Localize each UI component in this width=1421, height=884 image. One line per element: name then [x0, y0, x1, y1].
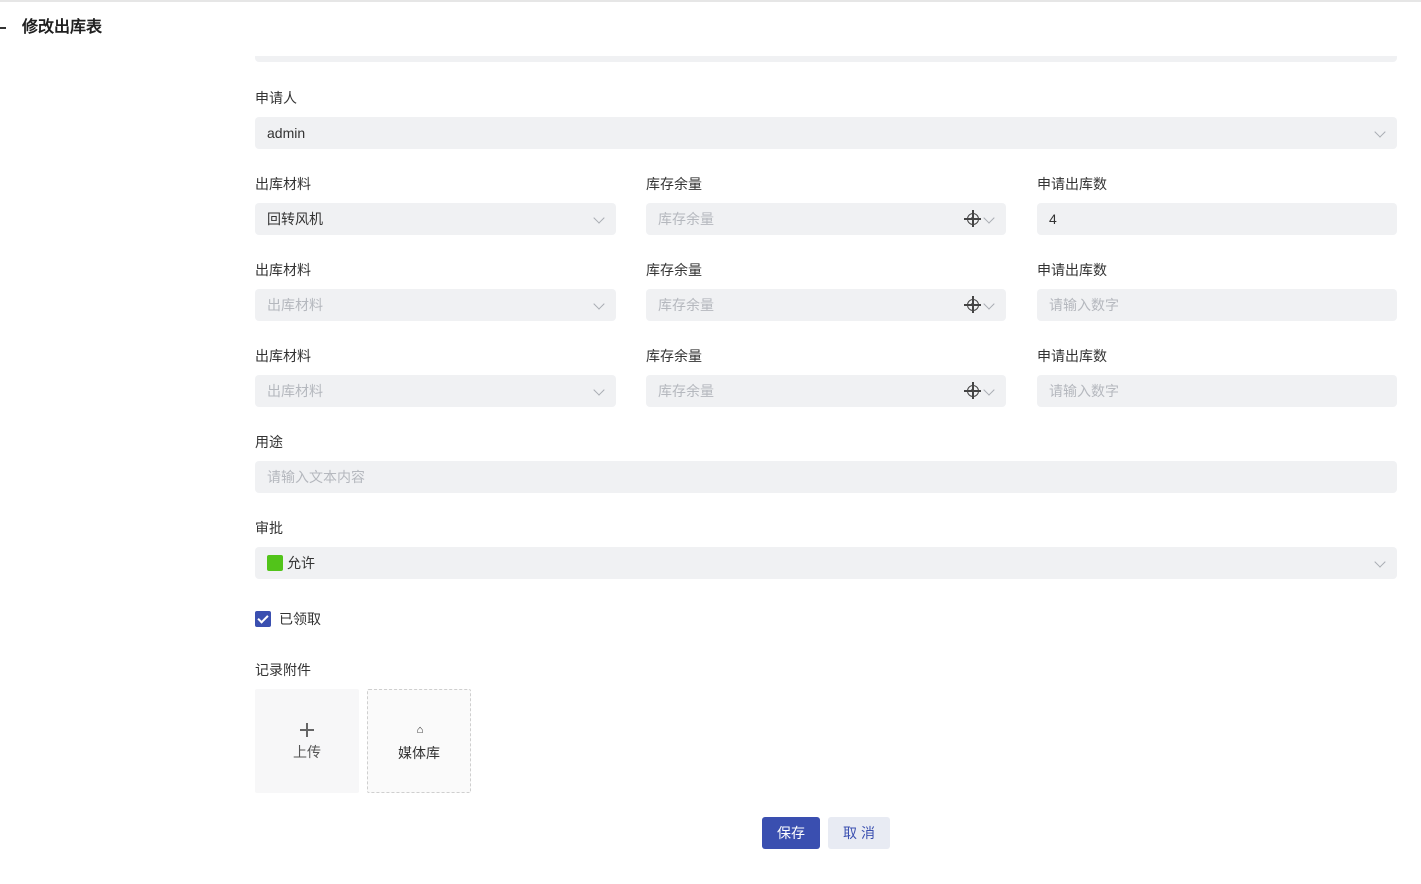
plus-icon	[300, 723, 314, 737]
qty-value: 4	[1049, 211, 1057, 227]
chevron-down-icon	[1374, 556, 1386, 568]
chevron-down-icon	[983, 212, 995, 224]
chevron-down-icon	[983, 298, 995, 310]
material-label: 出库材料	[255, 348, 311, 364]
approval-value: 允许	[287, 555, 315, 571]
locate-icon[interactable]	[964, 210, 981, 227]
qty-input[interactable]: 请输入数字	[1037, 289, 1397, 321]
stock-select[interactable]: 库存余量	[646, 203, 1006, 235]
top-divider	[0, 0, 1421, 2]
page-title: 修改出库表	[22, 19, 103, 36]
locate-icon[interactable]	[964, 296, 981, 313]
chevron-down-icon	[1374, 126, 1386, 138]
qty-label: 申请出库数	[1037, 262, 1107, 278]
material-placeholder: 出库材料	[267, 383, 323, 399]
save-button[interactable]: 保存	[762, 817, 820, 849]
media-library-button[interactable]: ⌂ 媒体库	[367, 689, 471, 793]
material-label: 出库材料	[255, 176, 311, 192]
chevron-down-icon	[983, 384, 995, 396]
stock-label: 库存余量	[646, 176, 702, 192]
qty-label: 申请出库数	[1037, 176, 1107, 192]
purpose-placeholder: 请输入文本内容	[267, 469, 365, 485]
approval-label: 审批	[255, 520, 283, 536]
applicant-select[interactable]: admin	[255, 117, 1397, 149]
upload-label: 上传	[293, 744, 321, 760]
applicant-value: admin	[267, 125, 306, 141]
material-placeholder: 出库材料	[267, 297, 323, 313]
purpose-label: 用途	[255, 434, 283, 450]
cancel-button[interactable]: 取消	[828, 817, 890, 849]
material-label: 出库材料	[255, 262, 311, 278]
purpose-input[interactable]: 请输入文本内容	[255, 461, 1397, 493]
media-label: 媒体库	[398, 745, 440, 761]
stock-select[interactable]: 库存余量	[646, 375, 1006, 407]
qty-input[interactable]: 请输入数字	[1037, 375, 1397, 407]
received-checkbox[interactable]	[255, 611, 271, 627]
stock-placeholder: 库存余量	[658, 383, 714, 399]
material-select[interactable]: 出库材料	[255, 375, 616, 407]
material-value: 回转风机	[267, 211, 323, 227]
upload-button[interactable]: 上传	[255, 689, 359, 793]
chevron-down-icon	[593, 384, 605, 396]
home-icon: ⌂	[416, 724, 424, 736]
chevron-down-icon	[593, 212, 605, 224]
locate-icon[interactable]	[964, 382, 981, 399]
qty-label: 申请出库数	[1037, 348, 1107, 364]
material-select[interactable]: 回转风机	[255, 203, 616, 235]
applicant-label: 申请人	[255, 90, 297, 106]
stock-placeholder: 库存余量	[658, 297, 714, 313]
approval-select[interactable]: 允许	[255, 547, 1397, 579]
qty-placeholder: 请输入数字	[1049, 383, 1119, 399]
qty-placeholder: 请输入数字	[1049, 297, 1119, 313]
previous-field-edge	[255, 56, 1397, 62]
stock-label: 库存余量	[646, 262, 702, 278]
received-label[interactable]: 已领取	[279, 610, 321, 628]
qty-input[interactable]: 4	[1037, 203, 1397, 235]
stock-placeholder: 库存余量	[658, 211, 714, 227]
status-color-badge	[267, 555, 283, 571]
stock-select[interactable]: 库存余量	[646, 289, 1006, 321]
stock-label: 库存余量	[646, 348, 702, 364]
back-icon[interactable]	[0, 27, 6, 29]
chevron-down-icon	[593, 298, 605, 310]
material-select[interactable]: 出库材料	[255, 289, 616, 321]
attachments-label: 记录附件	[255, 662, 311, 678]
